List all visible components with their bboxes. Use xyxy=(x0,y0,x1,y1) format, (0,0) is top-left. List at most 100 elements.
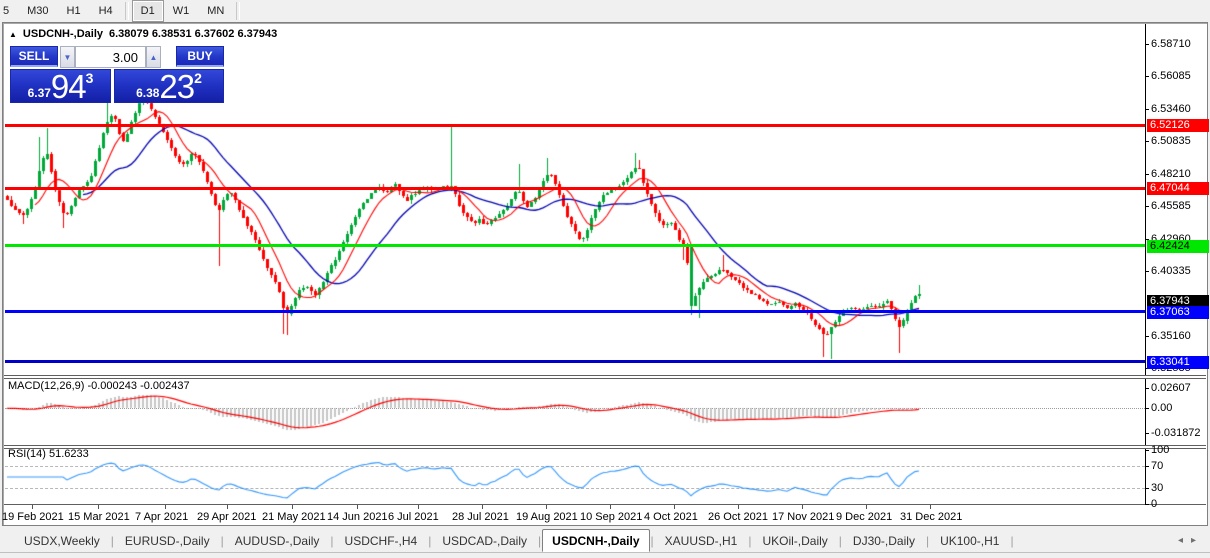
rsi-axis-tick xyxy=(1145,504,1149,505)
date-label: 29 Apr 2021 xyxy=(197,511,257,523)
chart-tab-eurusd-daily[interactable]: EURUSD-,Daily xyxy=(115,530,220,552)
collapse-chart-icon[interactable]: ▲ xyxy=(9,29,17,40)
date-label: 19 Aug 2021 xyxy=(516,511,578,523)
volume-increase-button[interactable]: ▲ xyxy=(146,46,161,68)
chart-tab-usdcnh-daily[interactable]: USDCNH-,Daily xyxy=(542,529,650,552)
date-label: 4 Oct 2021 xyxy=(644,511,698,523)
buy-button[interactable]: BUY xyxy=(176,46,224,67)
timeframe-button-d1[interactable]: D1 xyxy=(131,0,164,22)
rsi-axis-label: 30 xyxy=(1151,482,1164,494)
macd-axis-label: -0.031872 xyxy=(1151,427,1201,439)
price-axis-tick xyxy=(1145,336,1149,337)
tab-separator: | xyxy=(1010,533,1014,548)
price-level-line[interactable] xyxy=(5,310,1145,313)
chart-tab-audusd-daily[interactable]: AUDUSD-,Daily xyxy=(225,530,330,552)
macd-label: MACD(12,26,9) -0.000243 -0.002437 xyxy=(8,380,190,392)
date-tick xyxy=(866,505,867,509)
price-level-line[interactable] xyxy=(5,187,1145,190)
price-level-line[interactable] xyxy=(5,244,1145,247)
price-axis-label: 6.58710 xyxy=(1151,38,1191,50)
price-axis-label: 6.40335 xyxy=(1151,265,1191,277)
sell-price-big: 94 xyxy=(50,68,87,105)
date-tick xyxy=(482,505,483,509)
date-label: 6 Jul 2021 xyxy=(388,511,439,523)
macd-window-splitter[interactable] xyxy=(4,375,1206,379)
chart-tab-usdcad-daily[interactable]: USDCAD-,Daily xyxy=(432,530,537,552)
sell-button[interactable]: SELL xyxy=(10,46,58,67)
price-axis-label: 6.48210 xyxy=(1151,168,1191,180)
chart-tab-usdx-weekly[interactable]: USDX,Weekly xyxy=(14,530,110,552)
price-axis-tick xyxy=(1145,271,1149,272)
price-axis-tick xyxy=(1145,76,1149,77)
price-badge: 6.42424 xyxy=(1147,240,1209,253)
spin-down-icon: ▼ xyxy=(63,52,72,62)
rsi-axis-label: 0 xyxy=(1151,498,1158,510)
tab-scroll-left-icon[interactable]: ◂ xyxy=(1178,535,1191,546)
timeframe-button-5[interactable]: 5 xyxy=(0,0,18,22)
date-label: 9 Dec 2021 xyxy=(836,511,893,523)
date-tick xyxy=(930,505,931,509)
date-label: 26 Oct 2021 xyxy=(708,511,768,523)
date-label: 10 Sep 2021 xyxy=(580,511,643,523)
date-tick xyxy=(418,505,419,509)
date-tick xyxy=(738,505,739,509)
price-axis-label: 6.56085 xyxy=(1151,70,1191,82)
chart-tab-xauusd-h1[interactable]: XAUUSD-,H1 xyxy=(655,530,748,552)
date-label: 15 Mar 2021 xyxy=(68,511,130,523)
date-tick xyxy=(98,505,99,509)
tab-scroll-right-icon[interactable]: ▸ xyxy=(1191,535,1204,546)
macd-axis-tick xyxy=(1145,408,1149,409)
macd-axis-tick xyxy=(1145,433,1149,434)
price-axis-label: 6.53460 xyxy=(1151,103,1191,115)
buy-price-big: 23 xyxy=(159,68,195,105)
timeframe-button-mn[interactable]: MN xyxy=(198,0,233,22)
price-axis-tick xyxy=(1145,206,1149,207)
volume-decrease-button[interactable]: ▼ xyxy=(60,46,75,68)
date-tick xyxy=(610,505,611,509)
rsi-axis-tick xyxy=(1145,450,1149,451)
chart-title-row: ▲ USDCNH-,Daily 6.38079 6.38531 6.37602 … xyxy=(9,28,277,40)
macd-axis-label: 0.00 xyxy=(1151,402,1173,414)
date-label: 28 Jul 2021 xyxy=(452,511,509,523)
price-badge: 6.37063 xyxy=(1147,306,1209,319)
date-tick xyxy=(802,505,803,509)
timeframe-toolbar: 5 M30 H1 H4 D1 W1 MN xyxy=(0,0,1210,22)
date-label: 14 Jun 2021 xyxy=(327,511,388,523)
chart-tab-ukoil-daily[interactable]: UKOil-,Daily xyxy=(752,530,837,552)
timeframe-button-m30[interactable]: M30 xyxy=(18,0,57,22)
price-badge: 6.33041 xyxy=(1147,356,1209,369)
timeframe-button-w1[interactable]: W1 xyxy=(164,0,199,22)
chart-ohlc-values: 6.38079 6.38531 6.37602 6.37943 xyxy=(109,28,278,40)
price-axis-tick xyxy=(1145,109,1149,110)
rsi-axis-label: 100 xyxy=(1151,444,1170,456)
chart-tab-uk100-h1[interactable]: UK100-,H1 xyxy=(930,530,1009,552)
timeframe-button-h4[interactable]: H4 xyxy=(90,0,122,22)
date-tick xyxy=(165,505,166,509)
date-tick xyxy=(227,505,228,509)
sell-price-box[interactable]: 6.37 94 3 xyxy=(10,69,111,103)
date-label: 17 Nov 2021 xyxy=(772,511,835,523)
time-axis-line xyxy=(4,504,1206,505)
price-axis-label: 6.35160 xyxy=(1151,330,1191,342)
rsi-axis-tick xyxy=(1145,488,1149,489)
date-label: 7 Apr 2021 xyxy=(135,511,189,523)
price-level-line[interactable] xyxy=(5,360,1145,363)
price-axis-tick xyxy=(1145,174,1149,175)
chart-tab-usdchf-h4[interactable]: USDCHF-,H4 xyxy=(335,530,428,552)
date-label: 19 Feb 2021 xyxy=(2,511,64,523)
rsi-label: RSI(14) 51.6233 xyxy=(8,448,89,460)
buy-price-prefix: 6.38 xyxy=(136,86,160,100)
buy-price-box[interactable]: 6.38 23 2 xyxy=(114,69,224,103)
volume-input[interactable] xyxy=(75,46,146,68)
timeframe-button-h1[interactable]: H1 xyxy=(58,0,90,22)
toolbar-divider xyxy=(124,2,129,20)
tab-scroll-arrows[interactable]: ◂▸ xyxy=(1178,535,1204,546)
spin-up-icon: ▲ xyxy=(149,52,158,62)
price-axis-tick xyxy=(1145,141,1149,142)
toolbar-divider xyxy=(236,2,241,20)
date-tick xyxy=(32,505,33,509)
rsi-window-splitter[interactable] xyxy=(4,445,1206,449)
price-axis-label: 6.50835 xyxy=(1151,135,1191,147)
chart-tab-dj30-daily[interactable]: DJ30-,Daily xyxy=(843,530,925,552)
price-level-line[interactable] xyxy=(5,124,1145,127)
